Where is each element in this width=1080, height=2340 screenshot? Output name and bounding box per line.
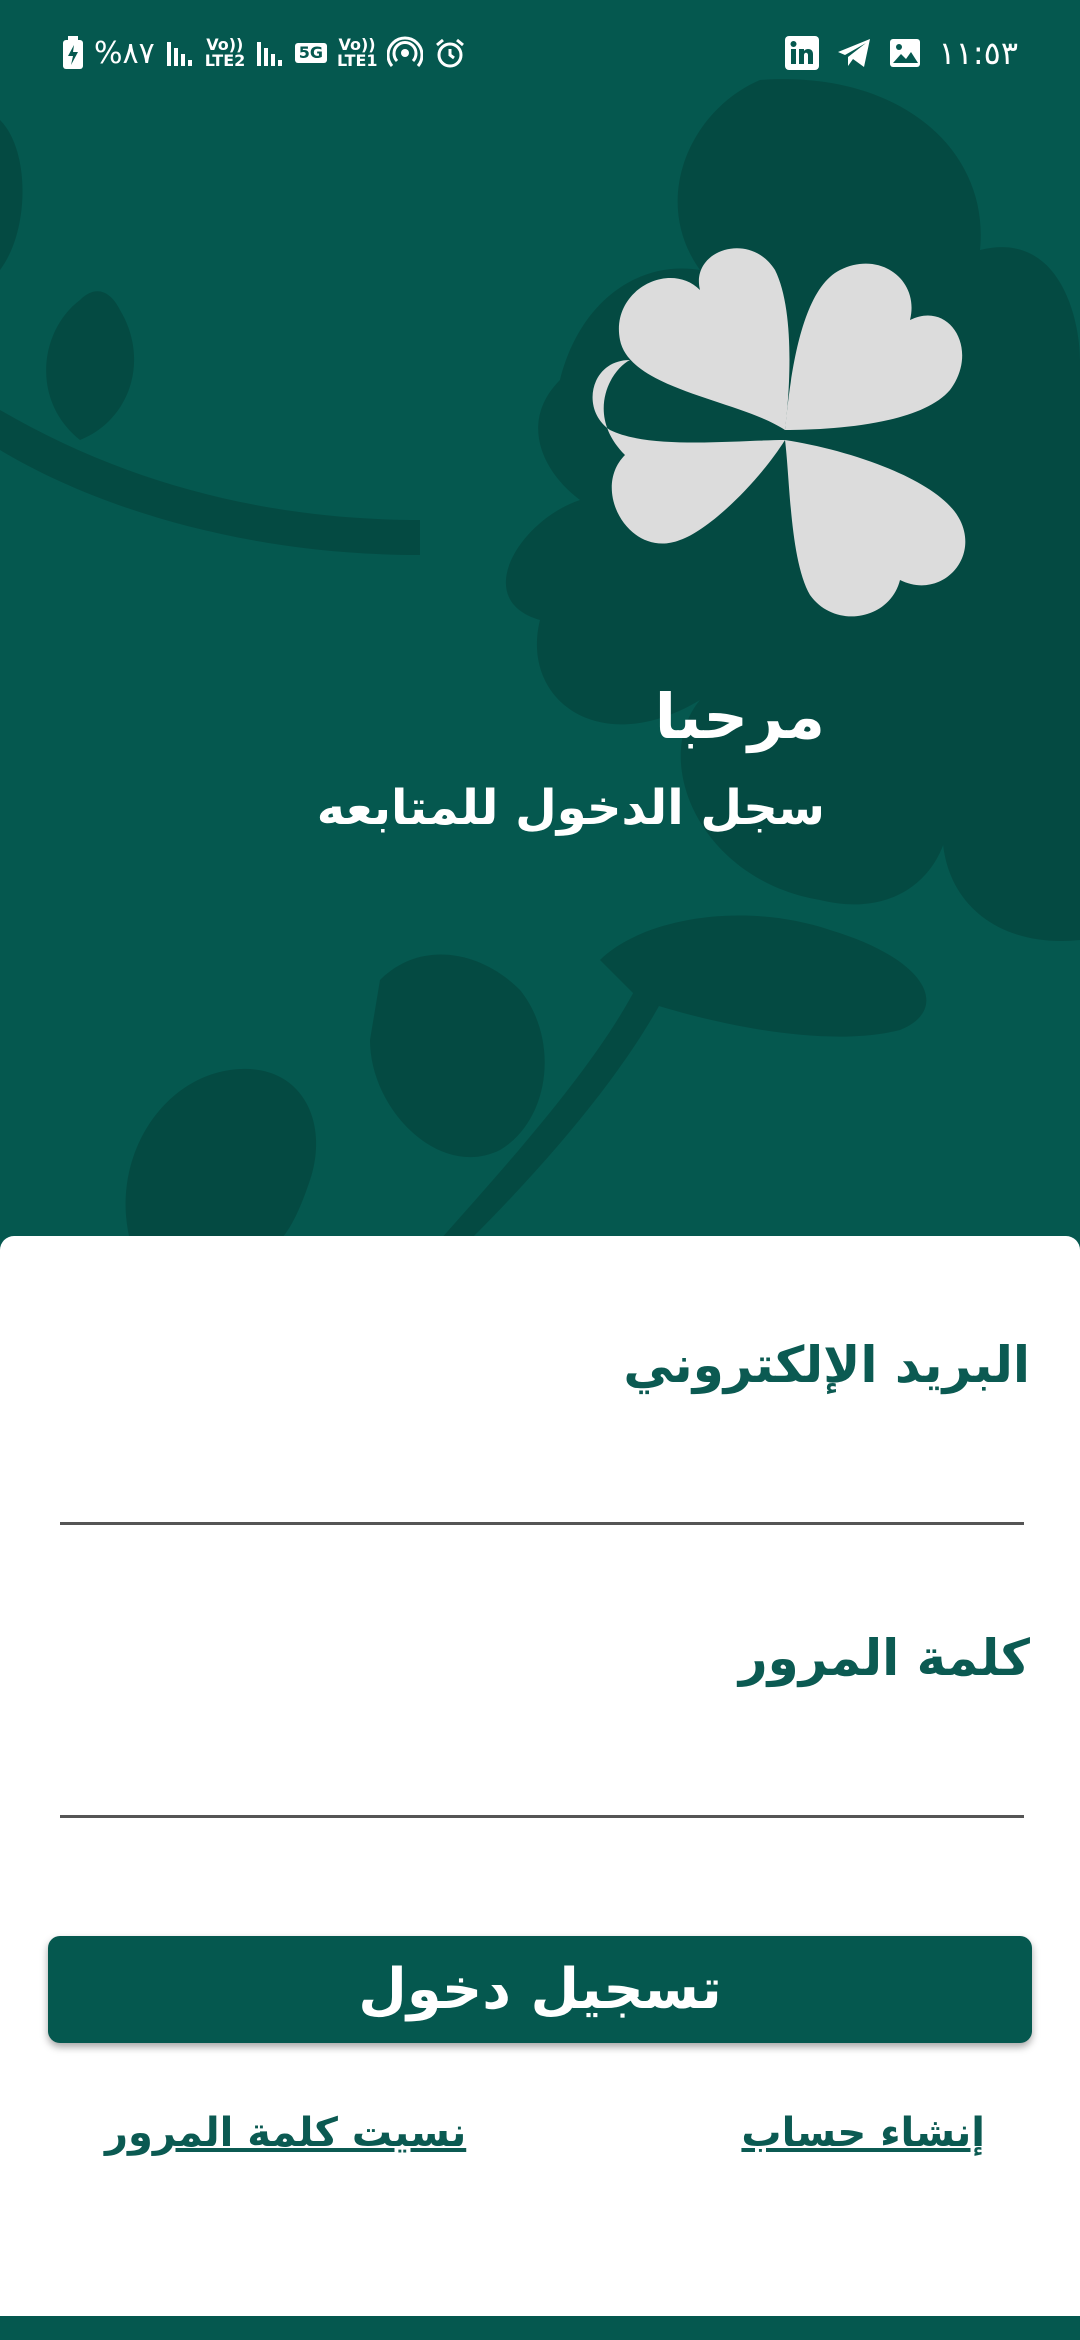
hotspot-icon [387,35,424,71]
signal-icon [255,38,285,68]
status-right-group: ١١:٥٣ [784,28,1018,78]
battery-percent: %٨٧ [94,35,155,71]
battery-charging-icon [62,36,84,70]
welcome-title: مرحبا [654,680,825,753]
signal-icon [165,38,195,68]
gallery-icon [888,36,922,70]
status-left-group: %٨٧ Vo)) LTE2 5G Vo)) LTE1 [62,28,467,78]
lte1-tag: Vo)) LTE1 [337,35,378,70]
linkedin-icon [784,35,820,71]
password-label: كلمة المرور [738,1629,1030,1687]
email-label: البريد الإلكتروني [623,1336,1030,1394]
bottom-strip [0,2316,1080,2340]
lte2-tag: Vo)) LTE2 [204,35,246,70]
email-field[interactable] [60,1450,1024,1525]
alarm-icon [433,36,467,70]
welcome-subtitle: سجل الدخول للمتابعه [316,780,825,836]
status-bar: %٨٧ Vo)) LTE2 5G Vo)) LTE1 ١١:٥٣ [0,0,1080,105]
clock-time: ١١:٥٣ [938,34,1018,72]
hero-section: %٨٧ Vo)) LTE2 5G Vo)) LTE1 ١١:٥٣ مرحبا س… [0,0,1080,1240]
create-account-link[interactable]: إنشاء حساب [741,2110,985,2156]
clover-logo [592,248,966,617]
login-button[interactable]: تسجيل دخول [48,1936,1032,2043]
network-type: 5G [294,43,328,63]
telegram-icon [836,37,872,69]
forgot-password-link[interactable]: نسيت كلمة المرور [105,2110,466,2156]
password-field[interactable] [60,1743,1024,1818]
